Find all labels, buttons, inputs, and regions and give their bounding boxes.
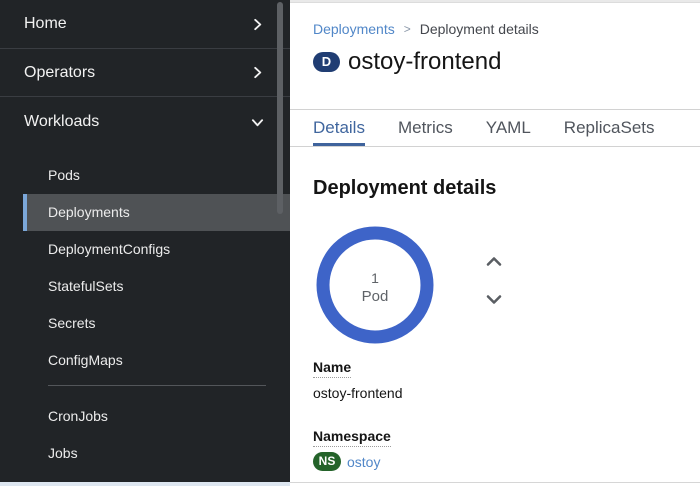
sidebar-item-deploymentconfigs[interactable]: DeploymentConfigs xyxy=(23,231,290,268)
scale-up-button[interactable] xyxy=(484,254,504,269)
sidebar-item-configmaps[interactable]: ConfigMaps xyxy=(23,342,290,379)
breadcrumb-link-deployments[interactable]: Deployments xyxy=(313,21,395,37)
sidebar-item-secrets[interactable]: Secrets xyxy=(23,305,290,342)
deployment-name-title: ostoy-frontend xyxy=(348,47,501,77)
name-label: Name xyxy=(313,359,700,375)
sidebar-item-home[interactable]: Home xyxy=(0,0,290,48)
sidebar-item-statefulsets[interactable]: StatefulSets xyxy=(23,268,290,305)
sidebar-item-jobs[interactable]: Jobs xyxy=(23,435,290,472)
subnav-divider xyxy=(48,385,266,386)
sidebar-bottom-edge xyxy=(0,482,290,486)
sidebar-item-cronjobs[interactable]: CronJobs xyxy=(23,398,290,435)
tab-details[interactable]: Details xyxy=(313,110,365,146)
donut-pod-count: 1 xyxy=(371,270,379,286)
tab-yaml[interactable]: YAML xyxy=(486,110,531,146)
sidebar-scrollbar[interactable] xyxy=(277,2,283,214)
masthead-shadow xyxy=(290,0,700,3)
sidebar-nav: Home Operators Workloads Pods Deployment… xyxy=(0,0,290,482)
namespace-value-row: NS ostoy xyxy=(313,452,700,471)
breadcrumb-current: Deployment details xyxy=(420,21,539,37)
details-list: Name ostoy-frontend Namespace NS ostoy xyxy=(313,359,700,471)
pod-count-donut: 1 Pod xyxy=(316,226,434,344)
page-title: D ostoy-frontend xyxy=(313,47,700,77)
tab-replicasets[interactable]: ReplicaSets xyxy=(564,110,655,146)
namespace-resource-badge: NS xyxy=(313,452,341,471)
pod-count-section: 1 Pod xyxy=(316,226,676,346)
workloads-subnav: Pods Deployments DeploymentConfigs State… xyxy=(23,157,290,472)
section-heading: Deployment details xyxy=(313,177,700,200)
content-bottom-edge xyxy=(290,482,700,486)
tab-metrics[interactable]: Metrics xyxy=(398,110,453,146)
sidebar-item-label: Workloads xyxy=(24,113,99,131)
sidebar-item-workloads[interactable]: Workloads xyxy=(0,96,290,157)
openshift-console: Home Operators Workloads Pods Deployment… xyxy=(0,0,700,486)
sidebar-item-deployments[interactable]: Deployments xyxy=(23,194,290,231)
scale-down-button[interactable] xyxy=(484,292,504,307)
namespace-label: Namespace xyxy=(313,428,700,444)
donut-pod-unit: Pod xyxy=(362,288,389,305)
chevron-right-icon xyxy=(251,66,264,79)
name-value: ostoy-frontend xyxy=(313,385,700,401)
namespace-link-ostoy[interactable]: ostoy xyxy=(347,454,380,470)
chevron-up-icon xyxy=(486,256,502,267)
chevron-down-icon xyxy=(251,116,264,129)
chevron-right-icon xyxy=(251,18,264,31)
sidebar-item-label: Operators xyxy=(24,64,95,82)
breadcrumb-separator-icon: > xyxy=(404,22,411,36)
sidebar-item-label: Home xyxy=(24,15,67,33)
main-content: Deployments > Deployment details D ostoy… xyxy=(290,0,700,486)
chevron-down-icon xyxy=(486,294,502,305)
breadcrumb: Deployments > Deployment details xyxy=(313,21,700,37)
sidebar-item-operators[interactable]: Operators xyxy=(0,48,290,96)
horizontal-nav-tabs: Details Metrics YAML ReplicaSets xyxy=(290,109,700,147)
deployment-resource-badge: D xyxy=(313,52,340,72)
sidebar-item-pods[interactable]: Pods xyxy=(23,157,290,194)
